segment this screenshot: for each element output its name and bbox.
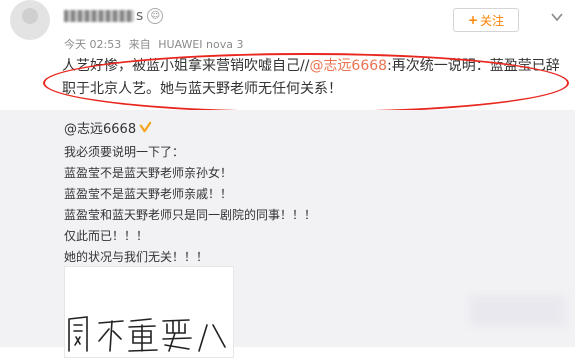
- username[interactable]: s ☺: [64, 6, 164, 26]
- watermark: [470, 296, 565, 326]
- post-text: 人艺好惨，被蓝小姐拿来营销吹嘘自己//@志远6668:再次统一说明：蓝盈莹已辞职…: [62, 55, 567, 101]
- repost-author[interactable]: @志远6668: [64, 118, 152, 137]
- plus-icon: +: [467, 13, 479, 27]
- repost-line: 蓝盈莹不是蓝天野老师亲戚！！: [64, 187, 233, 201]
- repost-line: 蓝盈莹和蓝天野老师只是同一剧院的同事！！！: [64, 208, 317, 222]
- post-meta: 今天 02:53 来自 HUAWEI nova 3: [64, 36, 243, 52]
- post-text-before: 人艺好惨，被蓝小姐拿来营销吹嘘自己//: [62, 58, 310, 74]
- repost-line: 仅此而已！！！: [64, 229, 149, 243]
- follow-label: 关注: [480, 13, 505, 28]
- avatar[interactable]: [10, 0, 50, 40]
- repost-line: 她的状况与我们无关！！！: [64, 250, 209, 264]
- repost-line: 我必须要说明一下了：: [64, 145, 185, 159]
- repost-line: 蓝盈莹不是蓝天野老师亲孙女！: [64, 166, 233, 180]
- timestamp[interactable]: 今天 02:53: [64, 38, 121, 51]
- username-suffix: s: [136, 8, 144, 24]
- level-icon: ☺: [147, 8, 164, 24]
- handwriting-image: [68, 316, 226, 352]
- repost-author-name[interactable]: @志远6668: [64, 118, 136, 137]
- mention-link[interactable]: @志远6668: [309, 58, 387, 74]
- repost-image[interactable]: [64, 266, 234, 358]
- source-device[interactable]: HUAWEI nova 3: [158, 38, 243, 51]
- chevron-down-icon[interactable]: [550, 10, 564, 24]
- repost-text: 我必须要说明一下了： 蓝盈莹不是蓝天野老师亲孙女！ 蓝盈莹不是蓝天野老师亲戚！！…: [64, 142, 316, 268]
- source-prefix: 来自: [128, 38, 151, 51]
- follow-button[interactable]: + 关注: [453, 8, 519, 32]
- verified-icon: [139, 121, 152, 133]
- username-blurred: [64, 10, 134, 22]
